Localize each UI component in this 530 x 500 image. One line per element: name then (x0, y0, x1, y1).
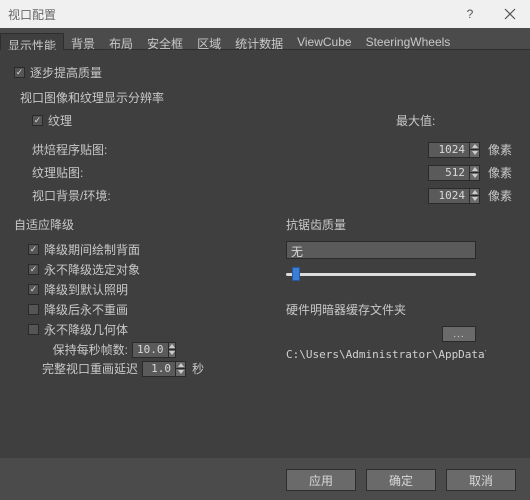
resolution-section-label: 视口图像和纹理显示分辨率 (20, 89, 516, 106)
antialias-select[interactable]: 无 (286, 241, 476, 259)
cache-section-label: 硬件明暗器缓存文件夹 (286, 301, 486, 318)
spinner-up-icon[interactable] (470, 166, 479, 174)
ellipsis-icon: ... (453, 329, 464, 340)
baked-maps-spinner[interactable]: 1024 (428, 142, 480, 158)
progressive-quality-checkbox[interactable] (14, 67, 25, 78)
viewport-bg-spinner[interactable]: 1024 (428, 188, 480, 204)
tab-bar: 显示性能 背景 布局 安全框 区域 统计数据 ViewCube Steering… (0, 28, 530, 50)
antialias-section-label: 抗锯齿质量 (286, 216, 486, 233)
redraw-delay-unit: 秒 (192, 360, 204, 377)
redraw-delay-label: 完整视口重画延迟 (28, 360, 138, 377)
cache-path-text: C:\Users\Administrator\AppData\Local\A (286, 348, 486, 361)
dialog-button-bar: 应用 确定 取消 (0, 460, 530, 500)
panel-display-performance: 逐步提高质量 视口图像和纹理显示分辨率 纹理 最大值: 烘焙程序贴图: 1024… (0, 50, 530, 458)
viewport-bg-unit: 像素 (480, 187, 516, 204)
degrade-backfaces-checkbox[interactable] (28, 244, 39, 255)
window-title: 视口配置 (8, 6, 450, 23)
titlebar: 视口配置 ? (0, 0, 530, 28)
maintain-fps-spinner[interactable]: 10.0 (132, 342, 176, 358)
tab-viewcube[interactable]: ViewCube (290, 32, 358, 49)
never-degrade-geometry-label: 永不降级几何体 (44, 321, 128, 338)
close-icon (504, 8, 516, 20)
tab-background[interactable]: 背景 (64, 32, 102, 49)
texture-maps-label: 纹理贴图: (32, 164, 428, 181)
never-degrade-selected-checkbox[interactable] (28, 264, 39, 275)
spinner-up-icon[interactable] (470, 143, 479, 151)
never-degrade-geometry-checkbox[interactable] (28, 324, 39, 335)
tab-regions[interactable]: 区域 (190, 32, 228, 49)
slider-thumb[interactable] (292, 267, 300, 281)
progressive-quality-label: 逐步提高质量 (30, 64, 102, 81)
never-redraw-after-degrade-label: 降级后永不重画 (44, 301, 128, 318)
never-redraw-after-degrade-checkbox[interactable] (28, 304, 39, 315)
degrade-default-lighting-checkbox[interactable] (28, 284, 39, 295)
texture-maps-spinner[interactable]: 512 (428, 165, 480, 181)
help-button[interactable]: ? (450, 0, 490, 28)
spinner-up-icon[interactable] (169, 343, 176, 351)
texture-label: 纹理 (48, 112, 72, 129)
apply-button[interactable]: 应用 (286, 469, 356, 491)
spinner-down-icon[interactable] (176, 369, 185, 376)
close-button[interactable] (490, 0, 530, 28)
maintain-fps-label: 保持每秒帧数: (42, 341, 128, 358)
browse-cache-button[interactable]: ... (442, 326, 476, 342)
tab-display-performance[interactable]: 显示性能 (0, 33, 64, 50)
degrade-backfaces-label: 降级期间绘制背面 (44, 241, 140, 258)
redraw-delay-spinner[interactable]: 1.0 (142, 361, 186, 377)
spinner-down-icon[interactable] (169, 350, 176, 357)
spinner-up-icon[interactable] (470, 189, 479, 197)
tab-safe-frames[interactable]: 安全框 (140, 32, 190, 49)
tab-statistics[interactable]: 统计数据 (228, 32, 290, 49)
max-value-label: 最大值: (396, 112, 516, 137)
viewport-bg-label: 视口背景/环境: (32, 187, 428, 204)
resolution-rows: 烘焙程序贴图: 1024 像素 纹理贴图: 512 像素 视口背景/环境: 10… (14, 141, 516, 204)
spinner-down-icon[interactable] (470, 150, 479, 157)
slider-track (286, 273, 476, 276)
antialias-slider[interactable] (286, 265, 476, 283)
texture-maps-unit: 像素 (480, 164, 516, 181)
never-degrade-selected-label: 永不降级选定对象 (44, 261, 140, 278)
baked-maps-label: 烘焙程序贴图: (32, 141, 428, 158)
spinner-down-icon[interactable] (470, 196, 479, 203)
cancel-button[interactable]: 取消 (446, 469, 516, 491)
help-icon: ? (467, 7, 474, 21)
adaptive-section-label: 自适应降级 (14, 216, 264, 233)
tab-steeringwheels[interactable]: SteeringWheels (359, 32, 458, 49)
ok-button[interactable]: 确定 (366, 469, 436, 491)
spinner-up-icon[interactable] (176, 362, 185, 370)
baked-maps-unit: 像素 (480, 141, 516, 158)
degrade-default-lighting-label: 降级到默认照明 (44, 281, 128, 298)
spinner-down-icon[interactable] (470, 173, 479, 180)
texture-checkbox[interactable] (32, 115, 43, 126)
tab-layout[interactable]: 布局 (102, 32, 140, 49)
